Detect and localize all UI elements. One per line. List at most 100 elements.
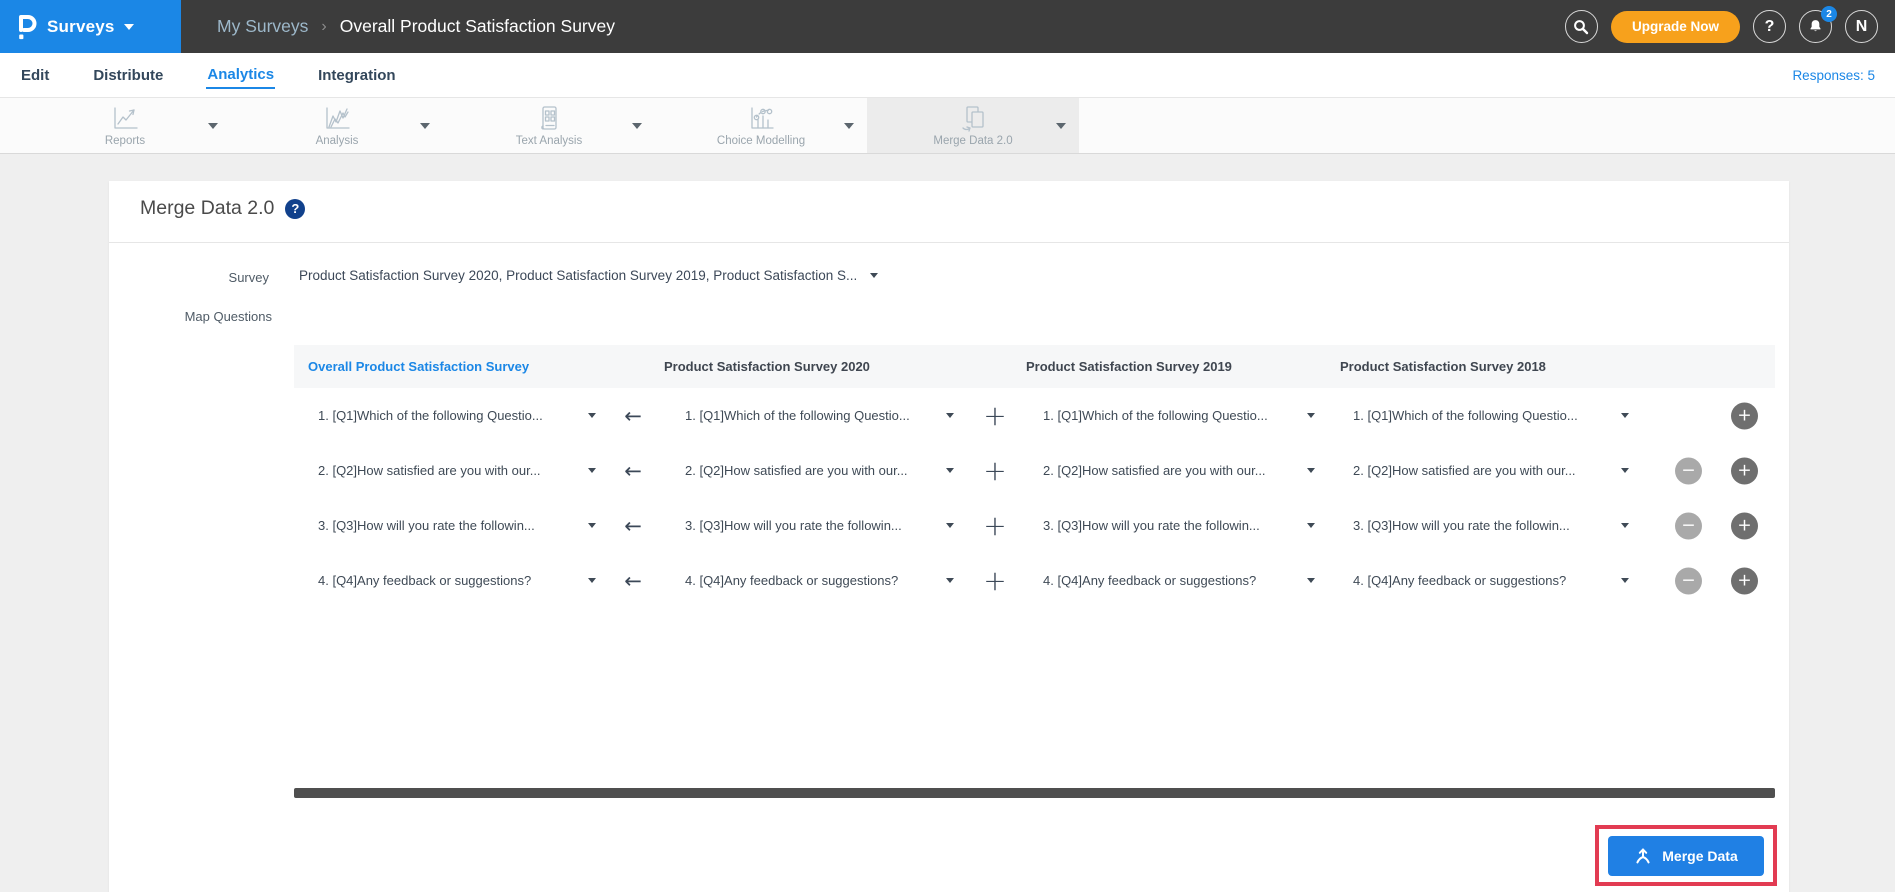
survey-multiselect-value: Product Satisfaction Survey 2020, Produc…: [299, 268, 858, 283]
chevron-down-icon: [123, 23, 134, 30]
analysis-dropdown-icon[interactable]: [420, 122, 430, 129]
append-plus-icon: +: [983, 509, 1007, 542]
chevron-down-icon: [1621, 578, 1629, 583]
chevron-down-icon: [946, 468, 954, 473]
add-mapping-button[interactable]: +: [1731, 402, 1758, 429]
merge-arrow-icon: [1636, 847, 1650, 863]
chevron-down-icon: [588, 578, 596, 583]
tab-edit[interactable]: Edit: [20, 63, 50, 88]
page-title: Merge Data 2.0: [140, 197, 275, 219]
question-select[interactable]: 4. [Q4]Any feedback or suggestions?: [1326, 573, 1640, 588]
trend-chart-icon: [326, 106, 350, 129]
question-select[interactable]: 1. [Q1]Which of the following Questio...: [294, 408, 610, 423]
question-text: 4. [Q4]Any feedback or suggestions?: [1043, 573, 1257, 588]
tab-analytics[interactable]: Analytics: [206, 62, 276, 89]
question-text: 3. [Q3]How will you rate the followin...: [685, 518, 902, 533]
bell-icon: [1810, 20, 1821, 32]
map-arrow-icon: ←: [624, 568, 642, 593]
search-icon: [1574, 19, 1589, 34]
reports-dropdown-icon[interactable]: [208, 122, 218, 129]
subtab-analysis[interactable]: Analysis: [231, 98, 443, 153]
mapping-row-q1: 1. [Q1]Which of the following Questio...…: [294, 388, 1775, 443]
question-text: 1. [Q1]Which of the following Questio...: [318, 408, 543, 423]
question-text: 4. [Q4]Any feedback or suggestions?: [318, 573, 532, 588]
row-controls: − +: [1640, 498, 1775, 553]
question-text: 3. [Q3]How will you rate the followin...: [318, 518, 535, 533]
choice-modelling-dropdown-icon[interactable]: [844, 122, 854, 129]
question-mapping-table: Overall Product Satisfaction Survey Prod…: [294, 345, 1775, 608]
notifications-button[interactable]: 2: [1799, 6, 1837, 43]
question-select[interactable]: 2. [Q2]How satisfied are you with our...: [656, 463, 966, 478]
search-button[interactable]: [1564, 10, 1598, 43]
breadcrumb-my-surveys[interactable]: My Surveys: [217, 16, 308, 37]
text-analysis-dropdown-icon[interactable]: [632, 122, 642, 129]
mapping-row-q3: 3. [Q3]How will you rate the followin...…: [294, 498, 1775, 553]
subtab-choice-modelling[interactable]: Choice Modelling: [655, 98, 867, 153]
account-avatar[interactable]: N: [1845, 10, 1878, 43]
question-select[interactable]: 3. [Q3]How will you rate the followin...: [656, 518, 966, 533]
question-select[interactable]: 3. [Q3]How will you rate the followin...: [294, 518, 610, 533]
breadcrumb-separator: ›: [321, 17, 327, 35]
question-text: 3. [Q3]How will you rate the followin...: [1043, 518, 1260, 533]
map-arrow-icon: ←: [624, 513, 642, 538]
map-arrow-icon: ←: [624, 458, 642, 483]
merge-data-button[interactable]: Merge Data: [1608, 835, 1764, 876]
chevron-down-icon: [946, 578, 954, 583]
chevron-down-icon: [1307, 578, 1315, 583]
add-mapping-button[interactable]: +: [1731, 457, 1758, 484]
remove-mapping-button[interactable]: −: [1675, 567, 1702, 594]
add-mapping-button[interactable]: +: [1731, 512, 1758, 539]
subtab-text-analysis[interactable]: Text Analysis: [443, 98, 655, 153]
notification-badge: 2: [1821, 6, 1837, 22]
question-select[interactable]: 4. [Q4]Any feedback or suggestions?: [294, 573, 610, 588]
column-header-survey-2020: Product Satisfaction Survey 2020: [664, 359, 870, 374]
survey-multiselect[interactable]: Product Satisfaction Survey 2020, Produc…: [299, 268, 879, 283]
subtab-label: Analysis: [315, 134, 359, 147]
chevron-down-icon: [1621, 413, 1629, 418]
question-select[interactable]: 4. [Q4]Any feedback or suggestions?: [656, 573, 966, 588]
row-controls: +: [1640, 388, 1775, 443]
question-select[interactable]: 3. [Q3]How will you rate the followin...: [1024, 518, 1326, 533]
chevron-down-icon: [588, 468, 596, 473]
tab-integration[interactable]: Integration: [317, 63, 397, 88]
append-plus-icon: +: [983, 399, 1007, 432]
question-text: 1. [Q1]Which of the following Questio...: [685, 408, 910, 423]
responses-count[interactable]: Responses: 5: [1792, 68, 1875, 83]
map-questions-label: Map Questions: [184, 309, 272, 324]
subtab-merge-data[interactable]: Merge Data 2.0: [867, 98, 1079, 153]
question-text: 1. [Q1]Which of the following Questio...: [1043, 408, 1268, 423]
row-controls: − +: [1640, 443, 1775, 498]
text-analysis-icon: [541, 105, 557, 130]
title-help-icon[interactable]: ?: [285, 198, 306, 219]
tab-distribute[interactable]: Distribute: [92, 63, 164, 88]
merge-button-highlight: Merge Data: [1595, 825, 1777, 886]
choice-modelling-icon: [751, 106, 774, 129]
survey-field-label: Survey: [228, 270, 269, 285]
question-select[interactable]: 4. [Q4]Any feedback or suggestions?: [1024, 573, 1326, 588]
avatar-initial: N: [1855, 17, 1868, 35]
remove-mapping-button[interactable]: −: [1675, 457, 1702, 484]
horizontal-scrollbar[interactable]: [294, 788, 1775, 798]
add-mapping-button[interactable]: +: [1731, 567, 1758, 594]
chevron-down-icon: [946, 523, 954, 528]
question-select[interactable]: 2. [Q2]How satisfied are you with our...: [294, 463, 610, 478]
breadcrumb: My Surveys › Overall Product Satisfactio…: [217, 16, 615, 37]
subtab-label: Merge Data 2.0: [933, 134, 1013, 147]
question-text: 2. [Q2]How satisfied are you with our...: [685, 463, 908, 478]
chevron-down-icon: [870, 273, 879, 278]
remove-mapping-button[interactable]: −: [1675, 512, 1702, 539]
chevron-down-icon: [1307, 468, 1315, 473]
question-select[interactable]: 1. [Q1]Which of the following Questio...: [1326, 408, 1640, 423]
question-select[interactable]: 2. [Q2]How satisfied are you with our...: [1326, 463, 1640, 478]
question-text: 2. [Q2]How satisfied are you with our...: [318, 463, 541, 478]
question-select[interactable]: 3. [Q3]How will you rate the followin...: [1326, 518, 1640, 533]
merge-data-dropdown-icon[interactable]: [1056, 122, 1066, 129]
question-mark-icon: ?: [1764, 17, 1775, 35]
product-switcher[interactable]: Surveys: [0, 0, 181, 53]
help-button[interactable]: ?: [1753, 10, 1786, 43]
subtab-reports[interactable]: Reports: [19, 98, 231, 153]
question-select[interactable]: 2. [Q2]How satisfied are you with our...: [1024, 463, 1326, 478]
question-select[interactable]: 1. [Q1]Which of the following Questio...: [1024, 408, 1326, 423]
upgrade-now-button[interactable]: Upgrade Now: [1610, 10, 1740, 43]
question-select[interactable]: 1. [Q1]Which of the following Questio...: [656, 408, 966, 423]
